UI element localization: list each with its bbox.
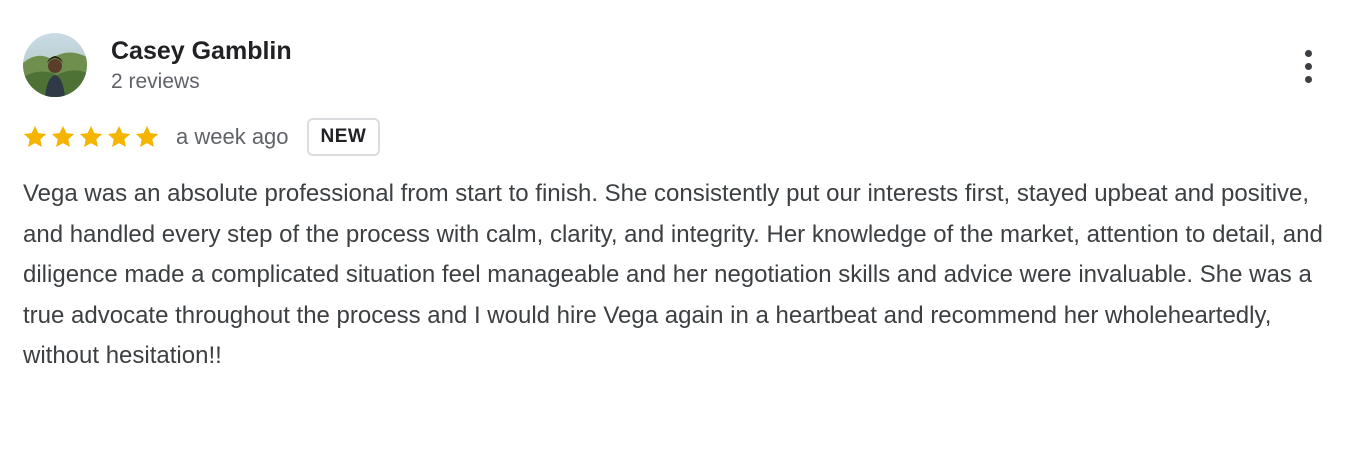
review-text: Vega was an absolute professional from s… bbox=[23, 180, 1323, 369]
star-icon bbox=[107, 125, 131, 147]
star-icon bbox=[23, 125, 47, 147]
star-rating bbox=[22, 124, 160, 150]
star-icon bbox=[135, 125, 159, 147]
reviewer-review-count: 2 reviews bbox=[111, 70, 200, 93]
star-icon bbox=[51, 125, 75, 147]
more-vert-icon-dot-3 bbox=[1304, 75, 1312, 83]
review-date: a week ago bbox=[176, 124, 289, 149]
reviewer-name[interactable]: Casey Gamblin bbox=[111, 36, 292, 66]
more-vert-icon-dot-1 bbox=[1304, 49, 1312, 57]
review-card: Casey Gamblin 2 reviews a week ago NEW V… bbox=[0, 0, 1368, 452]
avatar[interactable] bbox=[23, 33, 87, 97]
more-vert-icon-dot-2 bbox=[1304, 62, 1312, 70]
star-icon bbox=[79, 125, 103, 147]
new-badge: NEW bbox=[306, 118, 381, 156]
rating-row: a week ago NEW bbox=[22, 116, 381, 158]
avatar-photo bbox=[23, 33, 87, 97]
more-options-button[interactable] bbox=[1293, 44, 1323, 88]
